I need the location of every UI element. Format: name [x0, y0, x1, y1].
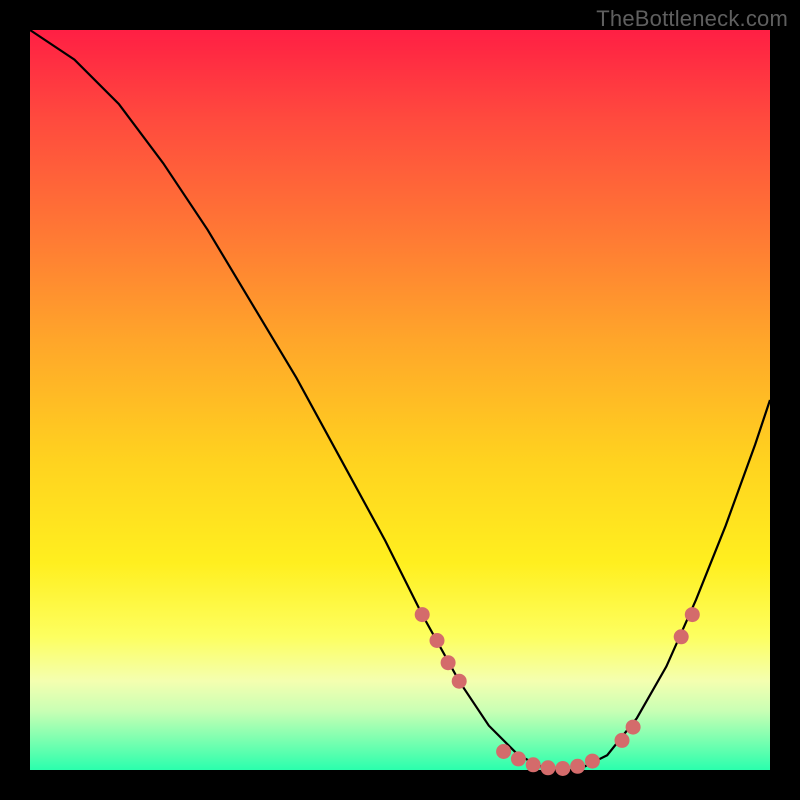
- curve-marker: [685, 607, 700, 622]
- curve-marker: [674, 629, 689, 644]
- curve-marker: [511, 751, 526, 766]
- curve-marker: [430, 633, 445, 648]
- curve-marker: [626, 720, 641, 735]
- curve-marker: [615, 733, 630, 748]
- curve-marker: [555, 761, 570, 776]
- curve-marker: [441, 655, 456, 670]
- bottleneck-curve: [30, 30, 770, 770]
- chart-frame: TheBottleneck.com: [0, 0, 800, 800]
- curve-path: [30, 30, 770, 770]
- curve-marker: [570, 759, 585, 774]
- curve-marker: [541, 760, 556, 775]
- watermark-text: TheBottleneck.com: [596, 6, 788, 32]
- curve-markers: [415, 607, 700, 776]
- curve-marker: [415, 607, 430, 622]
- curve-marker: [452, 674, 467, 689]
- plot-area: [30, 30, 770, 770]
- curve-marker: [496, 744, 511, 759]
- curve-marker: [585, 754, 600, 769]
- curve-marker: [526, 757, 541, 772]
